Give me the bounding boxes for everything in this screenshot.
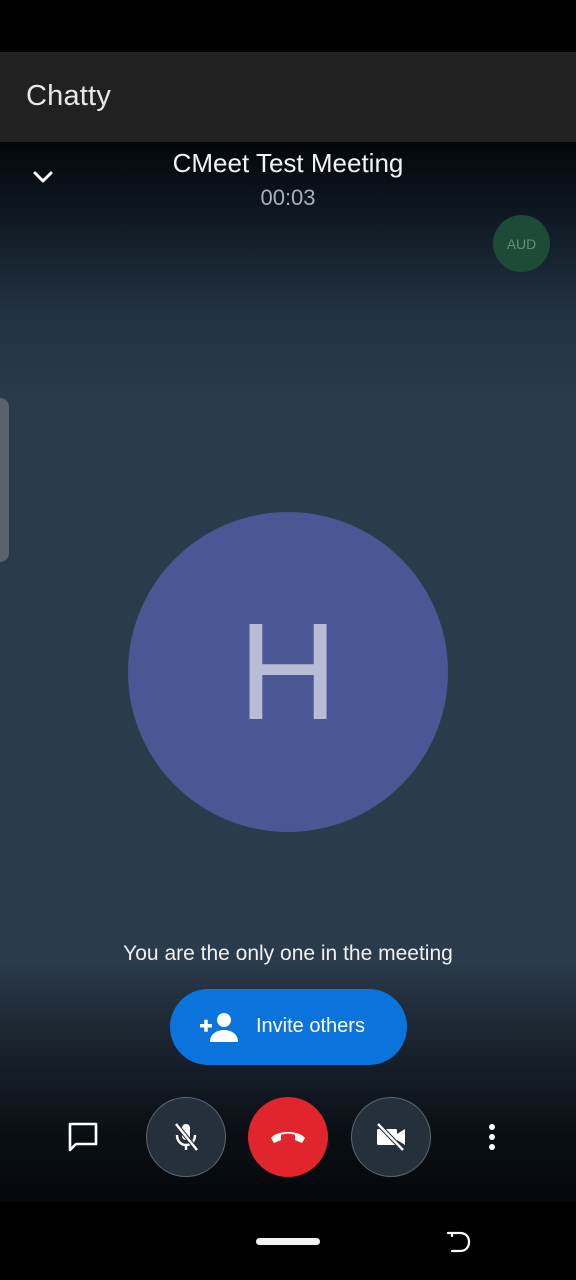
audio-badge[interactable]: AUD	[493, 215, 550, 272]
call-controls	[0, 1097, 576, 1179]
rotate-button[interactable]	[440, 1226, 476, 1258]
call-end-icon	[271, 1132, 305, 1143]
mute-mic-button[interactable]	[146, 1097, 226, 1177]
participant-avatar: H	[128, 512, 448, 832]
more-options-button[interactable]	[452, 1097, 532, 1177]
hang-up-button[interactable]	[248, 1097, 328, 1177]
screen: Chatty CMeet Test Meeting 00:03 AUD H Yo…	[0, 0, 576, 1280]
system-nav-bar	[0, 1202, 576, 1280]
chat-bubble-icon	[68, 1122, 98, 1152]
side-handle[interactable]	[0, 398, 9, 562]
invite-others-label: Invite others	[256, 1015, 365, 1037]
home-pill[interactable]	[256, 1238, 320, 1245]
videocam-off-icon	[376, 1122, 405, 1152]
avatar-letter: H	[238, 595, 338, 749]
meeting-status-message: You are the only one in the meeting	[123, 942, 453, 965]
mic-off-icon	[174, 1122, 199, 1152]
person-add-icon	[200, 1013, 238, 1042]
app-title: Chatty	[26, 80, 112, 112]
meeting-timer: 00:03	[260, 185, 316, 210]
invite-others-button[interactable]: Invite others	[170, 989, 407, 1065]
chat-button[interactable]	[43, 1097, 123, 1177]
status-bar	[0, 0, 576, 52]
toggle-video-button[interactable]	[351, 1097, 431, 1177]
more-vertical-icon	[489, 1124, 495, 1150]
app-bar: Chatty	[0, 52, 576, 142]
rotate-icon	[446, 1231, 471, 1253]
meeting-title: CMeet Test Meeting	[172, 148, 404, 178]
meeting-view: CMeet Test Meeting 00:03 AUD H You are t…	[0, 142, 576, 1202]
